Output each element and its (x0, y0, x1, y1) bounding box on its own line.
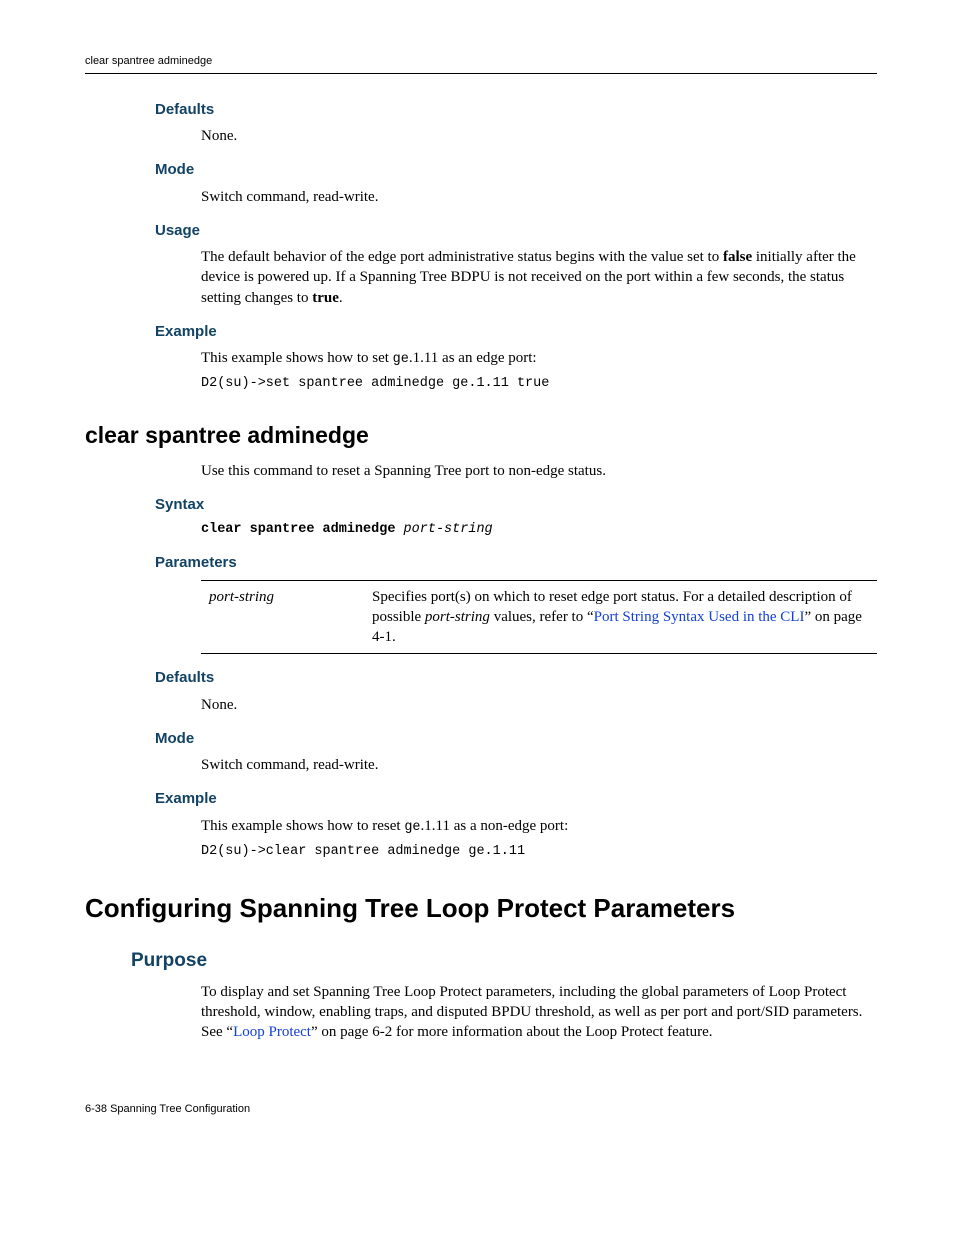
heading-example-2: Example (155, 789, 877, 809)
heading-mode-2: Mode (155, 729, 877, 749)
usage-post: . (339, 290, 343, 306)
heading-command: clear spantree adminedge (85, 420, 877, 451)
syntax-cmd: clear spantree adminedge (201, 522, 404, 537)
code-example-1: D2(su)->set spantree adminedge ge.1.11 t… (201, 375, 877, 393)
text-defaults-2: None. (201, 695, 877, 715)
text-mode-2: Switch command, read-write. (201, 755, 877, 775)
usage-pre: The default behavior of the edge port ad… (201, 249, 723, 265)
param-description: Specifies port(s) on which to reset edge… (368, 580, 877, 654)
link-loop-protect[interactable]: Loop Protect (233, 1024, 311, 1040)
usage-false: false (723, 249, 752, 265)
heading-parameters: Parameters (155, 553, 877, 573)
table-row: port-string Specifies port(s) on which t… (201, 580, 877, 654)
code-syntax: clear spantree adminedge port-string (201, 521, 877, 539)
text-command-intro: Use this command to reset a Spanning Tre… (201, 461, 877, 481)
heading-section: Configuring Spanning Tree Loop Protect P… (85, 891, 877, 926)
heading-syntax: Syntax (155, 495, 877, 515)
heading-example: Example (155, 322, 877, 342)
param-name: port-string (201, 580, 368, 654)
text-usage: The default behavior of the edge port ad… (201, 247, 877, 308)
ex2-ge: ge (404, 820, 420, 835)
param-desc-em: port-string (425, 609, 490, 625)
ex1-post: .1.11 as an edge port: (409, 350, 537, 366)
ex2-post: .1.11 as a non-edge port: (421, 818, 569, 834)
heading-purpose: Purpose (131, 948, 877, 974)
text-defaults: None. (201, 126, 877, 146)
running-header-text: clear spantree adminedge (85, 54, 212, 69)
heading-defaults-2: Defaults (155, 668, 877, 688)
page-footer: 6-38 Spanning Tree Configuration (85, 1102, 877, 1117)
code-example-2: D2(su)->clear spantree adminedge ge.1.11 (201, 843, 877, 861)
text-example-intro-2: This example shows how to reset ge.1.11 … (201, 816, 877, 837)
parameters-table: port-string Specifies port(s) on which t… (201, 580, 877, 655)
syntax-arg: port-string (404, 522, 493, 537)
ex1-ge: ge (393, 352, 409, 367)
text-mode: Switch command, read-write. (201, 187, 877, 207)
usage-true: true (312, 290, 339, 306)
link-port-string-syntax[interactable]: Port String Syntax Used in the CLI (594, 609, 805, 625)
running-header: clear spantree adminedge (85, 54, 877, 74)
purpose-post: ” on page 6-2 for more information about… (311, 1024, 713, 1040)
heading-defaults: Defaults (155, 100, 877, 120)
text-purpose: To display and set Spanning Tree Loop Pr… (201, 982, 877, 1043)
ex2-pre: This example shows how to reset (201, 818, 404, 834)
ex1-pre: This example shows how to set (201, 350, 393, 366)
heading-usage: Usage (155, 221, 877, 241)
heading-mode: Mode (155, 160, 877, 180)
param-desc-mid: values, refer to “ (490, 609, 594, 625)
text-example-intro: This example shows how to set ge.1.11 as… (201, 348, 877, 369)
